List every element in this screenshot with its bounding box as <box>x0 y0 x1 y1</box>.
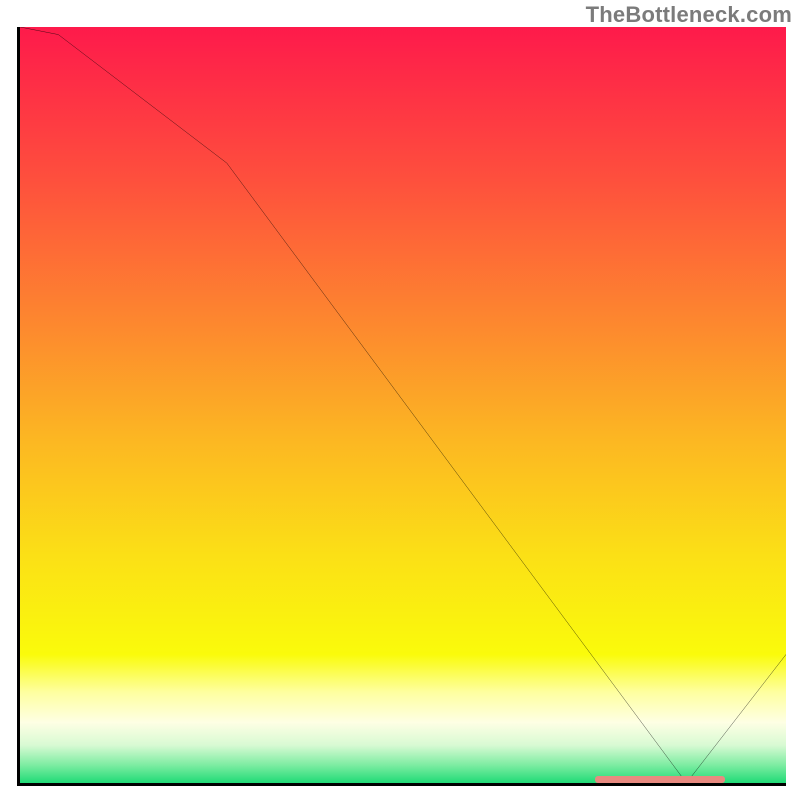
chart-line <box>20 27 786 783</box>
optimal-band-marker <box>595 776 725 783</box>
watermark-label: TheBottleneck.com <box>586 2 792 28</box>
chart-area <box>17 27 786 786</box>
